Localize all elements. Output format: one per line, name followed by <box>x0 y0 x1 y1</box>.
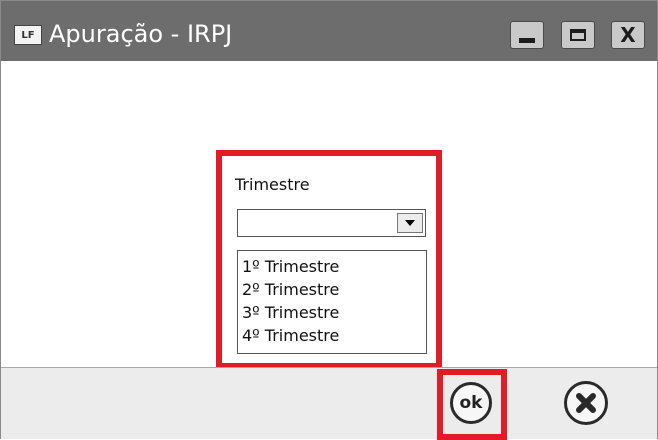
option-2-trimestre[interactable]: 2º Trimestre <box>242 278 426 301</box>
ok-button[interactable]: ok <box>450 382 492 424</box>
minimize-button[interactable] <box>510 21 544 49</box>
title-bar[interactable]: LF Apuração - IRPJ X <box>1 1 657 61</box>
option-4-trimestre[interactable]: 4º Trimestre <box>242 324 426 347</box>
maximize-icon <box>570 29 586 41</box>
dialog-window: LF Apuração - IRPJ X Trimestre 1º Trimes… <box>0 0 658 440</box>
cancel-button[interactable] <box>564 381 608 425</box>
ok-label: ok <box>459 393 483 413</box>
minimize-icon <box>519 37 535 43</box>
app-icon: LF <box>14 25 42 45</box>
close-icon: X <box>620 23 636 47</box>
dropdown-button[interactable] <box>397 213 423 233</box>
option-3-trimestre[interactable]: 3º Trimestre <box>242 301 426 324</box>
trimestre-label: Trimestre <box>235 175 310 194</box>
window-title: Apuração - IRPJ <box>49 20 233 48</box>
dialog-footer <box>1 367 657 439</box>
cancel-x-icon <box>576 393 596 413</box>
trimestre-options-list[interactable]: 1º Trimestre 2º Trimestre 3º Trimestre 4… <box>237 250 427 354</box>
option-1-trimestre[interactable]: 1º Trimestre <box>242 255 426 278</box>
trimestre-combobox[interactable] <box>237 209 426 237</box>
close-button[interactable]: X <box>611 21 645 49</box>
chevron-down-icon <box>405 220 415 226</box>
maximize-button[interactable] <box>561 21 595 49</box>
